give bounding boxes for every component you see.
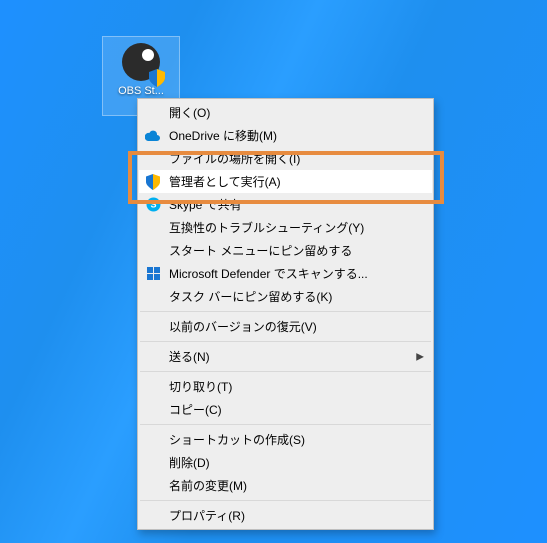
menu-item-label: ファイルの場所を開く(I)	[169, 150, 300, 167]
svg-text:S: S	[150, 200, 156, 210]
menu-item-label: 切り取り(T)	[169, 378, 232, 395]
menu-item-cut[interactable]: 切り取り(T)	[139, 375, 432, 398]
menu-separator	[140, 371, 431, 372]
menu-item-send-to[interactable]: 送る(N) ▶	[139, 345, 432, 368]
menu-item-copy[interactable]: コピー(C)	[139, 398, 432, 421]
menu-item-label: 以前のバージョンの復元(V)	[169, 318, 317, 335]
menu-item-label: ショートカットの作成(S)	[169, 431, 305, 448]
menu-item-label: タスク バーにピン留めする(K)	[169, 288, 332, 305]
menu-item-rename[interactable]: 名前の変更(M)	[139, 474, 432, 497]
menu-item-label: スタート メニューにピン留めする	[169, 242, 352, 259]
menu-item-label: コピー(C)	[169, 401, 222, 418]
menu-item-label: Microsoft Defender でスキャンする...	[169, 265, 368, 282]
menu-item-label: OneDrive に移動(M)	[169, 127, 277, 144]
menu-item-open-file-location[interactable]: ファイルの場所を開く(I)	[139, 147, 432, 170]
menu-item-label: 開く(O)	[169, 104, 210, 121]
desktop-icon-label: OBS St...	[103, 85, 179, 97]
menu-item-pin-start[interactable]: スタート メニューにピン留めする	[139, 239, 432, 262]
menu-item-restore-previous[interactable]: 以前のバージョンの復元(V)	[139, 315, 432, 338]
defender-icon	[144, 265, 162, 283]
menu-item-onedrive[interactable]: OneDrive に移動(M)	[139, 124, 432, 147]
menu-separator	[140, 341, 431, 342]
chevron-right-icon: ▶	[416, 351, 424, 362]
menu-item-compat-troubleshoot[interactable]: 互換性のトラブルシューティング(Y)	[139, 216, 432, 239]
menu-item-skype-share[interactable]: S Skype で共有	[139, 193, 432, 216]
menu-item-label: Skype で共有	[169, 196, 242, 213]
menu-item-label: プロパティ(R)	[169, 507, 245, 524]
cloud-icon	[144, 127, 162, 145]
menu-item-delete[interactable]: 削除(D)	[139, 451, 432, 474]
menu-item-open[interactable]: 開く(O)	[139, 101, 432, 124]
menu-item-label: 互換性のトラブルシューティング(Y)	[169, 219, 364, 236]
shortcut-shield-icon	[149, 69, 165, 87]
context-menu: 開く(O) OneDrive に移動(M) ファイルの場所を開く(I) 管理者と…	[137, 98, 434, 530]
menu-item-label: 名前の変更(M)	[169, 477, 247, 494]
menu-item-properties[interactable]: プロパティ(R)	[139, 504, 432, 527]
menu-item-pin-taskbar[interactable]: タスク バーにピン留めする(K)	[139, 285, 432, 308]
menu-separator	[140, 424, 431, 425]
shield-icon	[144, 173, 162, 191]
menu-item-label: 管理者として実行(A)	[169, 173, 281, 190]
menu-item-label: 削除(D)	[169, 454, 210, 471]
skype-icon: S	[144, 196, 162, 214]
menu-item-create-shortcut[interactable]: ショートカットの作成(S)	[139, 428, 432, 451]
menu-separator	[140, 500, 431, 501]
menu-item-run-as-admin[interactable]: 管理者として実行(A)	[139, 170, 432, 193]
menu-item-label: 送る(N)	[169, 348, 210, 365]
menu-item-defender-scan[interactable]: Microsoft Defender でスキャンする...	[139, 262, 432, 285]
menu-separator	[140, 311, 431, 312]
